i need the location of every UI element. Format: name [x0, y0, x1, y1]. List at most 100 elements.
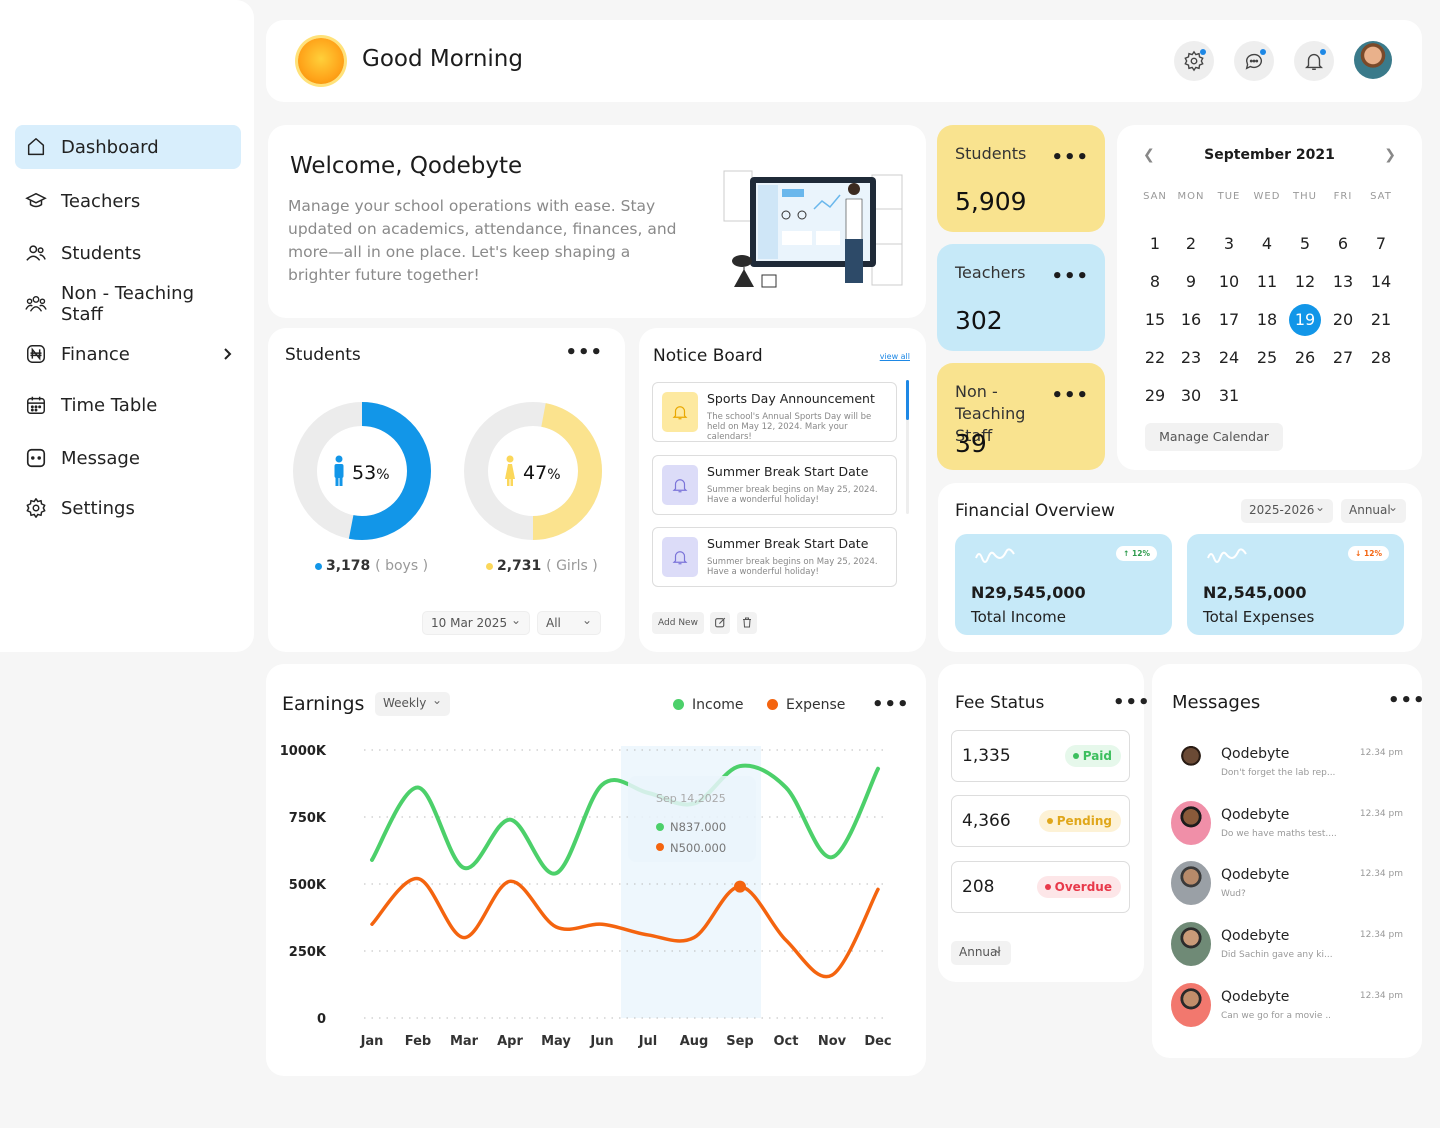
message-icon	[26, 448, 46, 468]
total-income-card[interactable]: ↑ 12% N29,545,000 Total Income	[955, 534, 1172, 635]
calendar-day[interactable]: 24	[1213, 342, 1245, 374]
calendar-day[interactable]: 6	[1327, 228, 1359, 260]
calendar-day[interactable]: 27	[1327, 342, 1359, 374]
more-icon[interactable]: •••	[1051, 266, 1089, 287]
calendar-day[interactable]: 7	[1365, 228, 1397, 260]
notice-item[interactable]: Summer Break Start Date Summer break beg…	[652, 527, 897, 587]
calendar-day[interactable]: 30	[1175, 380, 1207, 412]
calendar-day[interactable]: 28	[1365, 342, 1397, 374]
non-teaching-stat-card[interactable]: Non - Teaching Staff ••• 39	[937, 363, 1105, 470]
sidebar-item-time-table[interactable]: Time Table	[15, 383, 241, 427]
sidebar-item-dashboard[interactable]: Dashboard	[15, 125, 241, 169]
calendar-day[interactable]: 17	[1213, 304, 1245, 336]
calendar-day[interactable]: 9	[1175, 266, 1207, 298]
notice-item[interactable]: Sports Day Announcement The school's Ann…	[652, 382, 897, 442]
calendar-day[interactable]: 4	[1251, 228, 1283, 260]
x-tick-label: Jan	[360, 1034, 384, 1049]
sidebar-item-label: Students	[61, 242, 142, 264]
sidebar-item-teachers[interactable]: Teachers	[15, 179, 241, 223]
view-all-link[interactable]: view all	[880, 352, 910, 361]
notifications-button[interactable]	[1294, 41, 1334, 81]
calendar-day[interactable]: 25	[1251, 342, 1283, 374]
message-item[interactable]: Qodebyte Don't forget the lab rep... 12.…	[1170, 740, 1410, 788]
sidebar-item-message[interactable]: Message	[15, 436, 241, 480]
calendar-day[interactable]: 15	[1139, 304, 1171, 336]
calendar-day[interactable]: 13	[1327, 266, 1359, 298]
user-avatar[interactable]	[1354, 41, 1392, 79]
greeting: Good Morning	[362, 46, 523, 72]
calendar-day[interactable]: 11	[1251, 266, 1283, 298]
wave-icon	[975, 548, 1015, 563]
calendar-day[interactable]: 31	[1213, 380, 1245, 412]
calendar-day[interactable]: 26	[1289, 342, 1321, 374]
calendar-day[interactable]: 8	[1139, 266, 1171, 298]
more-icon[interactable]: •••	[1388, 690, 1426, 711]
sidebar-item-students[interactable]: Students	[15, 231, 241, 275]
sidebar-item-label: Non - Teaching Staff	[61, 283, 195, 325]
total-expenses-card[interactable]: ↓ 12% N2,545,000 Total Expenses	[1187, 534, 1404, 635]
more-icon[interactable]: •••	[1051, 385, 1089, 406]
more-icon[interactable]: •••	[565, 342, 603, 363]
date-filter-select[interactable]: 10 Mar 2025	[422, 609, 530, 635]
message-item[interactable]: Qodebyte Did Sachin gave any ki... 12.34…	[1170, 922, 1410, 970]
y-tick-label: 500K	[289, 878, 327, 893]
message-item[interactable]: Qodebyte Can we go for a movie .. 12.34 …	[1170, 983, 1410, 1031]
sidebar-item-non-teaching-staff[interactable]: Non - Teaching Staff	[15, 282, 241, 326]
calendar-day[interactable]: 16	[1175, 304, 1207, 336]
calendar-day[interactable]: 23	[1175, 342, 1207, 374]
earnings-chart: 1000K 750K 500K 250K 0 Jan Feb Mar Apr May Jun Jul…	[280, 744, 892, 1049]
notification-dot	[1260, 49, 1266, 55]
avatar	[1171, 861, 1211, 905]
settings-button[interactable]	[1174, 41, 1214, 81]
sidebar-item-finance[interactable]: Finance	[15, 332, 241, 376]
delete-button[interactable]	[737, 612, 757, 634]
chevron-right-icon[interactable]	[219, 346, 235, 362]
boys-percent: 53%	[352, 462, 390, 484]
calendar-day[interactable]: 29	[1139, 380, 1171, 412]
calendar-card: ❮ September 2021 ❯ SAN MON TUE WED THU FRI SAT…	[1117, 125, 1422, 470]
notification-dot	[1320, 49, 1326, 55]
manage-calendar-button[interactable]: Manage Calendar	[1145, 423, 1283, 451]
edit-button[interactable]	[710, 612, 730, 634]
calendar-day[interactable]: 21	[1365, 304, 1397, 336]
fee-row-overdue[interactable]: 208 Overdue	[951, 861, 1130, 913]
add-new-button[interactable]: Add New	[652, 612, 704, 634]
calendar-day[interactable]: 18	[1251, 304, 1283, 336]
more-icon[interactable]: •••	[1051, 147, 1089, 168]
notice-item[interactable]: Summer Break Start Date Summer break beg…	[652, 455, 897, 515]
scrollbar[interactable]	[906, 380, 909, 514]
chat-button[interactable]	[1234, 41, 1274, 81]
message-item[interactable]: Qodebyte Wud? 12.34 pm	[1170, 861, 1410, 909]
card-title: Fee Status	[955, 693, 1045, 713]
period-filter-select[interactable]: Annual	[1341, 496, 1406, 523]
fee-row-paid[interactable]: 1,335 Paid	[951, 730, 1130, 782]
avatar	[1171, 922, 1211, 966]
calendar-day[interactable]: 5	[1289, 228, 1321, 260]
sender-name: Qodebyte	[1221, 746, 1290, 762]
calendar-day[interactable]: 12	[1289, 266, 1321, 298]
group-filter-select[interactable]: All	[537, 609, 601, 635]
year-filter-select[interactable]: 2025-2026	[1241, 496, 1333, 523]
period-filter-select[interactable]: Annual	[951, 938, 1011, 965]
calendar-day[interactable]: 10	[1213, 266, 1245, 298]
calendar-day[interactable]: 20	[1327, 304, 1359, 336]
message-item[interactable]: Qodebyte Do we have maths test.... 12.34…	[1170, 801, 1410, 849]
calendar-day[interactable]: 1	[1139, 228, 1171, 260]
calendar-day[interactable]: 19	[1289, 304, 1321, 336]
calendar-day[interactable]: 2	[1175, 228, 1207, 260]
income-change-badge: ↑ 12%	[1116, 546, 1157, 561]
calendar-day[interactable]: 3	[1213, 228, 1245, 260]
teachers-stat-card[interactable]: Teachers ••• 302	[937, 244, 1105, 351]
more-icon[interactable]: •••	[1113, 692, 1151, 713]
sidebar-item-settings[interactable]: Settings	[15, 486, 241, 530]
next-month-button[interactable]: ❯	[1384, 147, 1396, 163]
calendar-day[interactable]: 14	[1365, 266, 1397, 298]
sidebar-item-label: Teachers	[61, 190, 141, 212]
sidebar-item-label: Settings	[61, 497, 135, 519]
calendar-day[interactable]: 22	[1139, 342, 1171, 374]
fee-row-pending[interactable]: 4,366 Pending	[951, 795, 1130, 847]
students-stat-card[interactable]: Students ••• 5,909	[937, 125, 1105, 232]
y-tick-label: 1000K	[280, 744, 327, 759]
x-tick-label: Apr	[497, 1034, 523, 1049]
students-gender-card: Students ••• 53% 47% 3,178 ( boys ) 2,73…	[268, 328, 625, 652]
